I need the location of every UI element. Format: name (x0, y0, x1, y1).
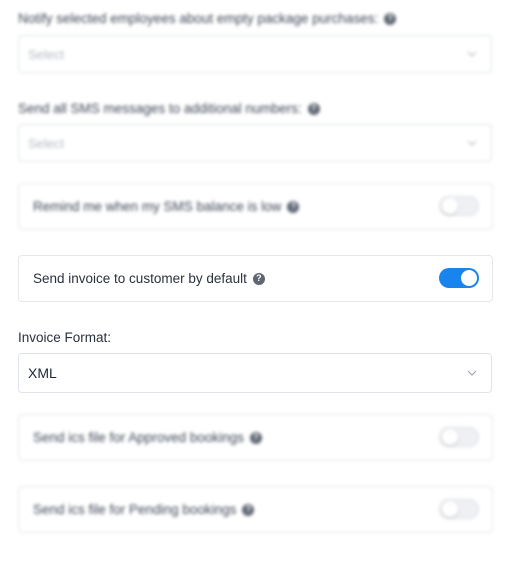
toggle-knob (442, 501, 458, 517)
help-icon[interactable]: ? (287, 200, 300, 213)
sms-additional-placeholder: Select (28, 136, 65, 151)
ics-pending-label: Send ics file for Pending bookings (33, 502, 237, 517)
toggle-knob (461, 270, 477, 286)
help-icon[interactable]: ? (242, 503, 255, 516)
send-invoice-label: Send invoice to customer by default (33, 271, 247, 286)
send-invoice-toggle[interactable] (439, 268, 479, 288)
remind-sms-low-label: Remind me when my SMS balance is low (33, 199, 282, 214)
invoice-format-label-text: Invoice Format: (18, 330, 112, 345)
invoice-format-label: Invoice Format: (18, 330, 111, 345)
chevron-down-icon (467, 140, 477, 146)
chevron-down-icon (467, 370, 477, 376)
chevron-down-icon (467, 51, 477, 57)
help-icon[interactable]: ? (384, 12, 397, 25)
invoice-format-value: XML (28, 365, 57, 381)
notify-empty-package-label: Notify selected employees about empty pa… (18, 11, 397, 26)
ics-approved-toggle[interactable] (439, 427, 479, 447)
toggle-knob (442, 198, 458, 214)
help-icon[interactable]: ? (249, 431, 262, 444)
notify-empty-package-label-text: Notify selected employees about empty pa… (18, 11, 379, 26)
ics-pending-toggle[interactable] (439, 499, 479, 519)
send-invoice-row: Send invoice to customer by default ? (18, 255, 493, 302)
sms-additional-label-text: Send all SMS messages to additional numb… (18, 101, 302, 116)
sms-additional-label: Send all SMS messages to additional numb… (18, 101, 320, 116)
remind-sms-low-row: Remind me when my SMS balance is low ? (18, 183, 493, 230)
remind-sms-low-toggle[interactable] (439, 196, 479, 216)
invoice-format-select[interactable]: XML (18, 353, 492, 393)
sms-additional-select[interactable]: Select (18, 124, 492, 162)
ics-pending-row: Send ics file for Pending bookings ? (18, 486, 493, 533)
help-icon[interactable]: ? (307, 102, 320, 115)
notify-empty-package-placeholder: Select (28, 47, 65, 62)
ics-approved-row: Send ics file for Approved bookings ? (18, 414, 493, 461)
ics-approved-label: Send ics file for Approved bookings (33, 430, 244, 445)
toggle-knob (442, 429, 458, 445)
notify-empty-package-select[interactable]: Select (18, 35, 492, 73)
help-icon[interactable]: ? (252, 272, 265, 285)
